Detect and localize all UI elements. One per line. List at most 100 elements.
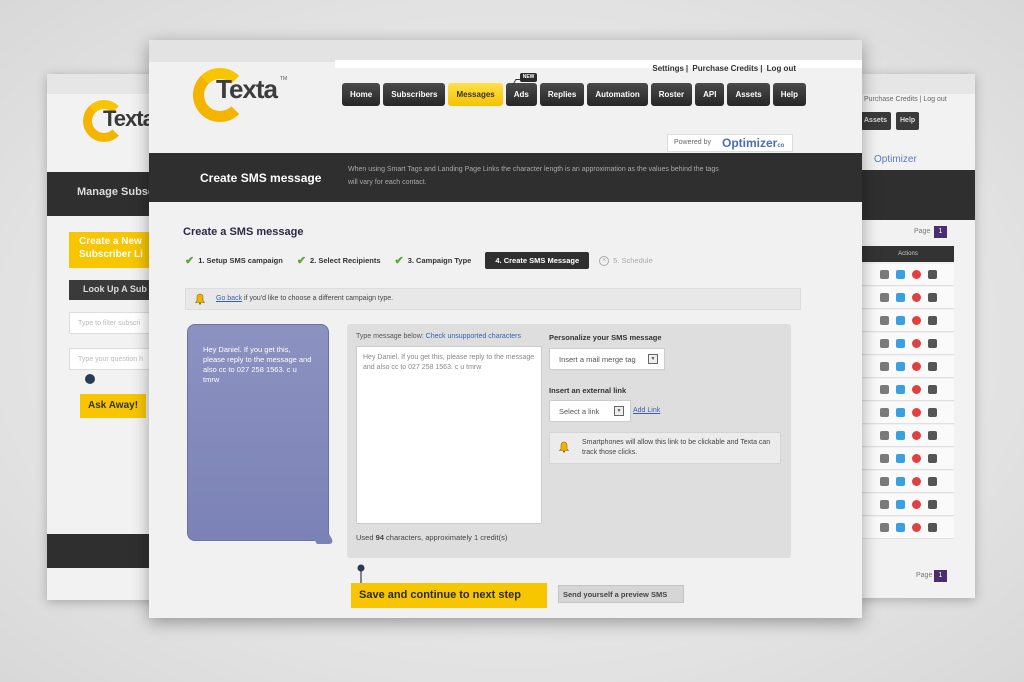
settings-link[interactable]: Settings: [652, 64, 684, 73]
search-icon[interactable]: [880, 339, 889, 348]
tab-ads[interactable]: Ads NEW: [505, 73, 538, 106]
delete-icon[interactable]: [912, 454, 921, 463]
tab-label: Automation: [595, 90, 640, 99]
export-icon[interactable]: [928, 431, 937, 440]
search-icon[interactable]: [880, 454, 889, 463]
delete-icon[interactable]: [912, 431, 921, 440]
search-icon[interactable]: [880, 362, 889, 371]
top-links[interactable]: Purchase Credits | Log out: [864, 96, 947, 103]
edit-icon[interactable]: [896, 408, 905, 417]
delete-icon[interactable]: [912, 523, 921, 532]
main-window: Settings | Purchase Credits | Log out Text…: [149, 40, 862, 618]
edit-icon[interactable]: [896, 477, 905, 486]
sms-preview-bubble: Hey Daniel. If you get this, please repl…: [187, 324, 335, 544]
merge-tag-select[interactable]: Insert a mail merge tag ▼: [549, 348, 665, 370]
export-icon[interactable]: [928, 477, 937, 486]
tab-label: Help: [780, 90, 799, 99]
tab-assets[interactable]: Assets: [727, 83, 770, 106]
page-number[interactable]: 1: [934, 226, 947, 238]
delete-icon[interactable]: [912, 270, 921, 279]
add-link-button[interactable]: Add Link: [633, 407, 660, 414]
wizard-step-label: 2. Select Recipients: [310, 256, 381, 265]
page-number[interactable]: 1: [934, 570, 947, 582]
tab-home[interactable]: Home: [342, 83, 381, 106]
search-icon[interactable]: [880, 431, 889, 440]
export-icon[interactable]: [928, 523, 937, 532]
delete-icon[interactable]: [912, 339, 921, 348]
export-icon[interactable]: [928, 408, 937, 417]
tab-label: Subscribers: [391, 90, 438, 99]
page-header-note: When using Smart Tags and Landing Page L…: [348, 166, 719, 186]
export-icon[interactable]: [928, 270, 937, 279]
delete-icon[interactable]: [912, 500, 921, 509]
export-icon[interactable]: [928, 454, 937, 463]
export-icon[interactable]: [928, 293, 937, 302]
export-icon[interactable]: [928, 385, 937, 394]
message-textarea[interactable]: [356, 346, 542, 524]
page-label: Page: [916, 572, 933, 579]
send-preview-button[interactable]: Send yourself a preview SMS: [558, 585, 684, 603]
search-icon[interactable]: [880, 500, 889, 509]
delete-icon[interactable]: [912, 362, 921, 371]
delete-icon[interactable]: [912, 293, 921, 302]
edit-icon[interactable]: [896, 316, 905, 325]
tab-subscribers[interactable]: Subscribers: [383, 83, 446, 106]
table-row: [862, 517, 954, 539]
edit-icon[interactable]: [896, 339, 905, 348]
save-continue-button[interactable]: Save and continue to next step: [351, 583, 547, 608]
optimizer-logo: Optimizer: [874, 154, 917, 165]
wizard-step: 4. Create SMS Message: [485, 252, 590, 269]
export-icon[interactable]: [928, 500, 937, 509]
ask-away-button[interactable]: Ask Away!: [80, 394, 146, 418]
go-back-link[interactable]: Go back: [216, 295, 242, 302]
pending-icon: ×: [599, 255, 610, 266]
tab-roster[interactable]: Roster: [650, 83, 693, 106]
nav-help-button[interactable]: Help: [896, 112, 920, 130]
search-icon[interactable]: [880, 477, 889, 486]
tab-api[interactable]: API: [695, 83, 725, 106]
bubble-tail: [311, 534, 335, 544]
powered-by-label: Powered by: [674, 139, 711, 146]
table-row: [862, 379, 954, 401]
link-select[interactable]: Select a link ▼: [549, 400, 631, 422]
edit-icon[interactable]: [896, 523, 905, 532]
search-icon[interactable]: [880, 523, 889, 532]
export-icon[interactable]: [928, 362, 937, 371]
purchase-credits-link[interactable]: Purchase Credits: [692, 64, 758, 73]
tab-automation[interactable]: Automation: [587, 83, 648, 106]
tab-help[interactable]: Help: [772, 83, 807, 106]
account-links: Settings | Purchase Credits | Log out: [652, 64, 796, 73]
table-row: [862, 425, 954, 447]
delete-icon[interactable]: [912, 408, 921, 417]
edit-icon[interactable]: [896, 293, 905, 302]
edit-icon[interactable]: [896, 454, 905, 463]
delete-icon[interactable]: [912, 385, 921, 394]
tab-messages[interactable]: Messages: [448, 83, 503, 106]
search-icon[interactable]: [880, 316, 889, 325]
delete-icon[interactable]: [912, 316, 921, 325]
table-row: [862, 333, 954, 355]
character-count: Used 94 characters, approximately 1 cred…: [356, 533, 508, 542]
nav-assets-button[interactable]: Assets: [860, 112, 891, 130]
search-icon[interactable]: [880, 408, 889, 417]
tab-replies[interactable]: Replies: [539, 83, 585, 106]
search-icon[interactable]: [880, 293, 889, 302]
tab-label: Assets: [735, 90, 762, 99]
edit-icon[interactable]: [896, 362, 905, 371]
export-icon[interactable]: [928, 339, 937, 348]
search-icon[interactable]: [880, 385, 889, 394]
edit-icon[interactable]: [896, 270, 905, 279]
page-title: Create a SMS message: [183, 226, 304, 238]
search-icon[interactable]: [880, 270, 889, 279]
logout-link[interactable]: Log out: [767, 64, 796, 73]
checkmark-icon: ✔: [394, 255, 404, 267]
delete-icon[interactable]: [912, 477, 921, 486]
edit-icon[interactable]: [896, 500, 905, 509]
wizard-step-label: 5. Schedule: [613, 256, 653, 265]
check-unsupported-characters-link[interactable]: Check unsupported characters: [426, 333, 521, 340]
actions-header: Actions: [862, 246, 954, 262]
edit-icon[interactable]: [896, 385, 905, 394]
edit-icon[interactable]: [896, 431, 905, 440]
logo[interactable]: Texta: [216, 74, 278, 105]
export-icon[interactable]: [928, 316, 937, 325]
